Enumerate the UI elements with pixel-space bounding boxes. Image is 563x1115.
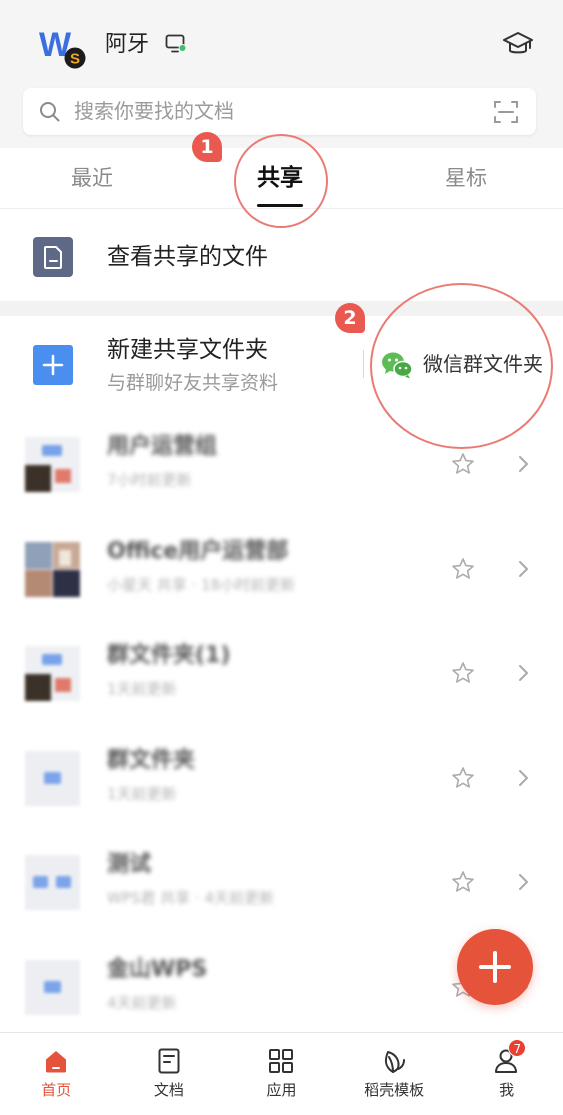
- folder-meta: 1天前更新: [107, 784, 177, 803]
- star-icon[interactable]: [451, 870, 475, 894]
- list-item[interactable]: 用户运营组 7小时前更新: [0, 412, 563, 517]
- new-shared-folder-button[interactable]: 新建共享文件夹 与群聊好友共享资料: [0, 316, 355, 412]
- folder-thumbnail: [25, 750, 80, 806]
- username[interactable]: 阿牙: [105, 30, 149, 60]
- folder-meta: 小星天 共享 · 18小时前更新: [107, 575, 296, 594]
- chevron-right-icon: [517, 664, 529, 682]
- folder-thumbnail: [25, 855, 80, 910]
- folder-meta: 7小时前更新: [107, 471, 192, 489]
- nav-label: 首页: [41, 1081, 72, 1099]
- nav-apps[interactable]: 应用: [225, 1033, 338, 1115]
- vertical-divider: [363, 350, 364, 378]
- logo-badge-letter: S: [70, 51, 80, 68]
- nav-label: 我: [499, 1081, 515, 1099]
- star-icon[interactable]: [451, 766, 475, 790]
- document-icon: [33, 237, 73, 277]
- folder-title: 用户运营组: [107, 434, 218, 459]
- nav-home[interactable]: 首页: [0, 1033, 113, 1115]
- scan-icon[interactable]: [493, 99, 519, 125]
- plus-icon: [478, 950, 512, 984]
- tab-bar: 最近 共享 星标: [0, 148, 563, 209]
- search-placeholder: 搜索你要找的文档: [74, 99, 234, 123]
- document-icon: [155, 1047, 183, 1075]
- folder-thumbnail: [25, 437, 80, 492]
- nav-documents[interactable]: 文档: [113, 1033, 226, 1115]
- tab-recent[interactable]: 最近: [32, 148, 152, 208]
- folder-title: 群文件夹(1): [107, 643, 231, 668]
- list-item[interactable]: Office用户运营部 小星天 共享 · 18小时前更新: [0, 516, 563, 621]
- graduation-cap-icon[interactable]: [502, 30, 534, 58]
- bottom-nav: 首页 文档 应用 稻壳模板 7 我: [0, 1032, 563, 1115]
- tab-starred[interactable]: 星标: [406, 148, 526, 208]
- monitor-icon[interactable]: [165, 34, 187, 54]
- new-folder-subtitle: 与群聊好友共享资料: [107, 372, 279, 394]
- folder-meta: 4天前更新: [107, 993, 177, 1012]
- chevron-right-icon: [517, 873, 529, 891]
- new-shared-folder-row: 新建共享文件夹 与群聊好友共享资料 微信群文件夹: [0, 316, 563, 412]
- folder-title: Office用户运营部: [107, 538, 289, 564]
- annotation-badge-2: 2: [335, 303, 365, 333]
- wechat-icon: [381, 351, 413, 379]
- notification-badge: 7: [508, 1039, 527, 1057]
- list-item[interactable]: 测试 WPS君 共享 · 4天前更新: [0, 830, 563, 935]
- folder-title: 金山WPS: [107, 956, 208, 982]
- folder-thumbnail: [25, 541, 80, 597]
- section-divider: [0, 301, 563, 316]
- folder-title: 群文件夹: [107, 747, 196, 773]
- home-icon: [42, 1047, 70, 1075]
- search-bar[interactable]: 搜索你要找的文档: [23, 88, 536, 135]
- shared-files-row[interactable]: 查看共享的文件: [0, 209, 563, 301]
- tab-shared[interactable]: 共享: [220, 148, 340, 208]
- active-tab-indicator: [257, 204, 303, 207]
- list-item[interactable]: 群文件夹 1天前更新: [0, 725, 563, 830]
- add-button[interactable]: [457, 929, 533, 1005]
- plus-icon: [33, 345, 73, 385]
- folder-meta: 1天前更新: [107, 680, 177, 698]
- annotation-badge-1: 1: [192, 132, 222, 162]
- folder-thumbnail: [25, 646, 80, 701]
- folder-title: 测试: [107, 852, 152, 877]
- wps-logo[interactable]: W S: [35, 22, 91, 72]
- wechat-group-folder-button[interactable]: 微信群文件夹: [375, 336, 555, 392]
- wechat-group-folder-label: 微信群文件夹: [423, 352, 543, 376]
- star-icon[interactable]: [451, 452, 475, 476]
- shared-files-label: 查看共享的文件: [107, 244, 268, 270]
- star-icon[interactable]: [451, 661, 475, 685]
- chevron-right-icon: [517, 455, 529, 473]
- folder-meta: WPS君 共享 · 4天前更新: [107, 889, 275, 907]
- nav-templates[interactable]: 稻壳模板: [338, 1033, 451, 1115]
- list-item[interactable]: 群文件夹(1) 1天前更新: [0, 621, 563, 726]
- nav-label: 稻壳模板: [364, 1081, 425, 1099]
- star-icon[interactable]: [451, 557, 475, 581]
- nav-label: 文档: [153, 1081, 184, 1099]
- header: W S 阿牙 搜索你要找的文档: [0, 0, 563, 148]
- chevron-right-icon: [517, 560, 529, 578]
- folder-thumbnail: [25, 959, 80, 1015]
- chevron-right-icon: [517, 769, 529, 787]
- nav-label: 应用: [266, 1081, 297, 1099]
- new-folder-title: 新建共享文件夹: [107, 337, 268, 363]
- grid-icon: [267, 1047, 295, 1075]
- nav-me[interactable]: 7 我: [450, 1033, 563, 1115]
- leaf-icon: [380, 1047, 408, 1075]
- search-icon: [39, 101, 60, 122]
